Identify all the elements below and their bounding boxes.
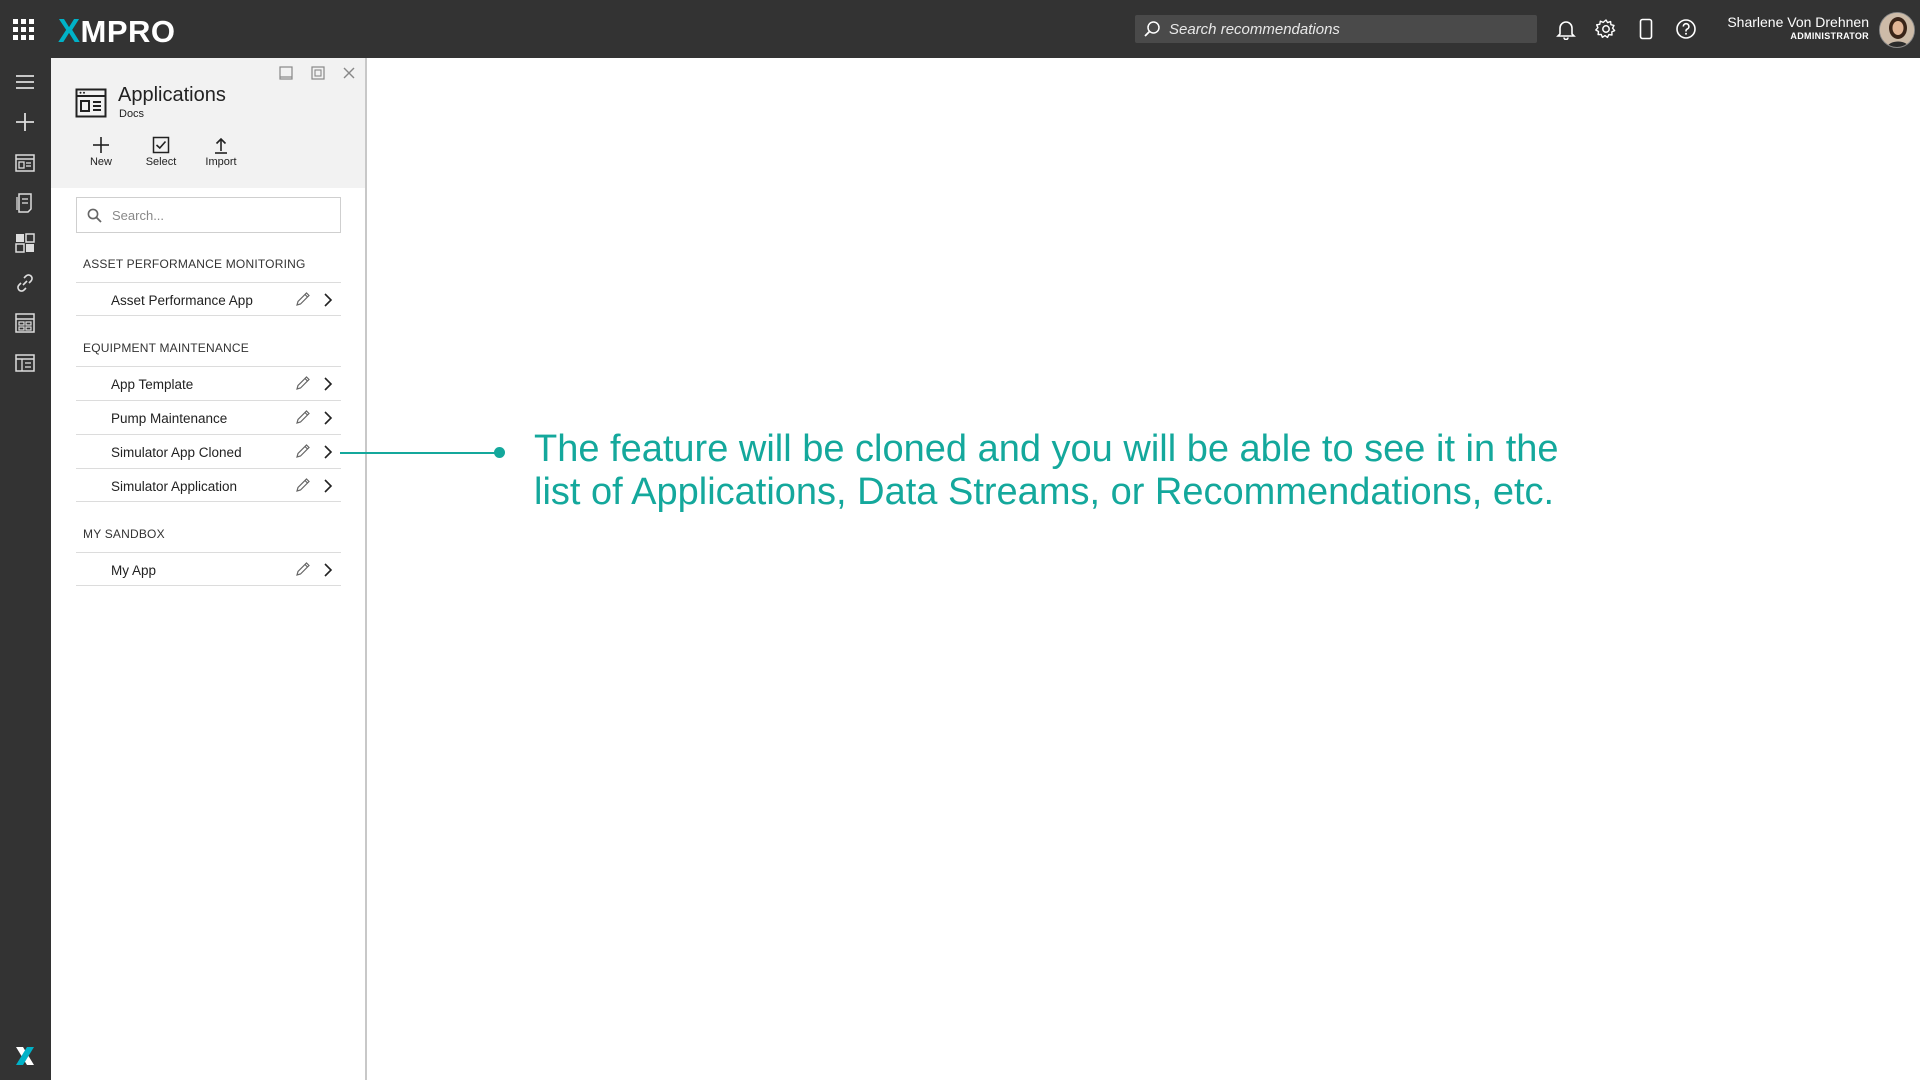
avatar[interactable]: [1879, 12, 1915, 48]
applications-panel: Applications Docs New Select Import Sear…: [51, 58, 367, 1080]
applications-header-icon: [75, 88, 107, 118]
gear-icon[interactable]: [1593, 16, 1619, 42]
xmpro-logo[interactable]: XMPRO: [58, 12, 176, 50]
callout-connector-line: [340, 452, 500, 454]
chevron-right-icon[interactable]: [321, 444, 335, 460]
list-item-label: Asset Performance App: [111, 293, 253, 308]
callout-line-1: The feature will be cloned and you will …: [534, 428, 1559, 470]
recommendations-icon[interactable]: [12, 190, 38, 216]
list-item-label: My App: [111, 563, 157, 578]
list-item[interactable]: Simulator Application: [76, 468, 341, 502]
list-item-label: Simulator Application: [111, 479, 238, 494]
list-item[interactable]: Pump Maintenance: [76, 400, 341, 434]
xmpro-x-logo-icon[interactable]: [13, 1044, 37, 1068]
group-label-equipment-maintenance: EQUIPMENT MAINTENANCE: [83, 341, 249, 355]
callout-text: The feature will be cloned and you will …: [534, 428, 1664, 514]
list-item[interactable]: Simulator App Cloned: [76, 434, 341, 468]
mobile-icon[interactable]: [1633, 16, 1659, 42]
logo-text: MPRO: [80, 14, 176, 49]
add-icon[interactable]: [12, 109, 38, 135]
import-button[interactable]: Import: [196, 136, 246, 168]
user-info[interactable]: Sharlene Von Drehnen ADMINISTRATOR: [1727, 14, 1869, 41]
chevron-right-icon[interactable]: [321, 478, 335, 494]
group-label-asset-performance: ASSET PERFORMANCE MONITORING: [83, 257, 306, 271]
list-item[interactable]: My App: [76, 552, 341, 586]
panel-subtitle: Docs: [119, 108, 145, 120]
chevron-right-icon[interactable]: [321, 410, 335, 426]
apps-grid-icon[interactable]: [13, 19, 35, 41]
chevron-right-icon[interactable]: [321, 562, 335, 578]
chevron-right-icon[interactable]: [321, 376, 335, 392]
list-item-label: Simulator App Cloned: [111, 445, 242, 460]
integration-link-icon[interactable]: [12, 270, 38, 296]
data-streams-icon[interactable]: [12, 310, 38, 336]
close-icon[interactable]: [340, 64, 358, 82]
edit-pencil-icon[interactable]: [295, 443, 311, 459]
minimize-icon[interactable]: [277, 64, 295, 82]
checkbox-icon: [152, 136, 170, 154]
upload-icon: [215, 137, 227, 154]
list-item-label: App Template: [111, 377, 194, 392]
edit-pencil-icon[interactable]: [295, 561, 311, 577]
user-role: ADMINISTRATOR: [1790, 31, 1869, 41]
user-name: Sharlene Von Drehnen: [1727, 14, 1869, 30]
top-bar: XMPRO Search recommendations Sharlene Vo…: [0, 0, 1920, 58]
select-button-label: Select: [145, 156, 177, 168]
callout-line-2: list of Applications, Data Streams, or R…: [534, 471, 1555, 513]
panel-title: Applications: [118, 84, 226, 106]
logo-x: X: [58, 12, 81, 49]
applications-icon[interactable]: [12, 150, 38, 176]
panel-header: Applications Docs New Select Import: [51, 58, 365, 188]
dashboard-icon[interactable]: [12, 230, 38, 256]
search-icon: [1144, 21, 1160, 37]
catalog-icon[interactable]: [12, 350, 38, 376]
select-button[interactable]: Select: [136, 136, 186, 168]
help-icon[interactable]: [1673, 16, 1699, 42]
search-placeholder: Search recommendations: [1169, 20, 1340, 38]
group-label-my-sandbox: MY SANDBOX: [83, 527, 165, 541]
list-item[interactable]: App Template: [76, 366, 341, 400]
search-input[interactable]: Search...: [76, 197, 341, 233]
search-icon: [87, 208, 102, 223]
menu-icon[interactable]: [12, 69, 38, 95]
list-item[interactable]: Asset Performance App: [76, 282, 341, 316]
import-button-label: Import: [205, 156, 237, 168]
new-button-label: New: [89, 156, 112, 168]
bell-icon[interactable]: [1553, 16, 1579, 42]
list-item-label: Pump Maintenance: [111, 411, 228, 426]
edit-pencil-icon[interactable]: [295, 291, 311, 307]
new-button[interactable]: New: [76, 136, 126, 168]
plus-icon: [93, 137, 109, 153]
edit-pencil-icon[interactable]: [295, 375, 311, 391]
left-nav-rail: [0, 58, 51, 1080]
edit-pencil-icon[interactable]: [295, 477, 311, 493]
callout-dot: [494, 447, 505, 458]
chevron-right-icon[interactable]: [321, 292, 335, 308]
edit-pencil-icon[interactable]: [295, 409, 311, 425]
search-placeholder: Search...: [112, 207, 165, 223]
recommendations-search-input[interactable]: Search recommendations: [1135, 15, 1537, 43]
maximize-icon[interactable]: [309, 64, 327, 82]
